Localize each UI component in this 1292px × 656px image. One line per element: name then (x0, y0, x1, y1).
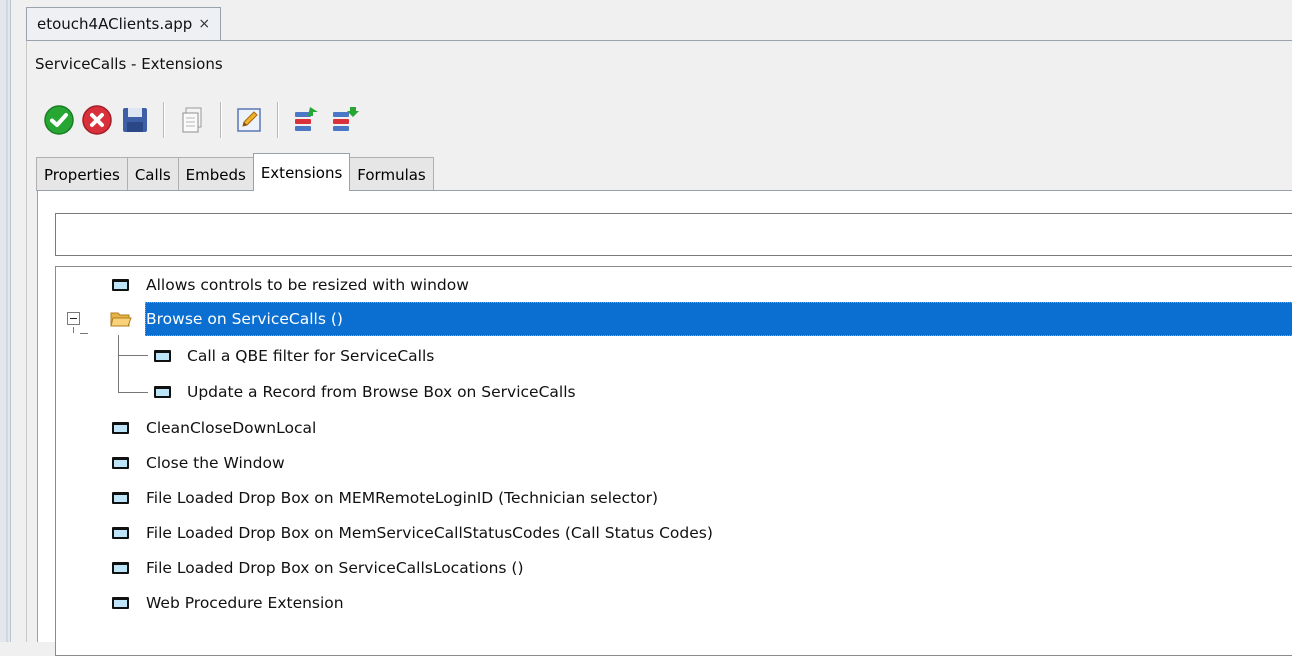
close-tab-icon[interactable]: × (198, 16, 210, 32)
extension-icon (112, 457, 129, 469)
ok-check-icon (44, 105, 74, 135)
tab-embeds[interactable]: Embeds (177, 157, 254, 191)
save-button[interactable] (116, 100, 154, 140)
extension-icon (112, 279, 129, 291)
editor-tab-title: etouch4AClients.app (37, 15, 193, 33)
tab-properties[interactable]: Properties (36, 157, 128, 191)
toolbar-separator (277, 102, 278, 138)
tree-item[interactable]: File Loaded Drop Box on MemServiceCallSt… (56, 516, 1292, 550)
editor-tab[interactable]: etouch4AClients.app × (26, 7, 222, 40)
cancel-button[interactable] (78, 100, 116, 140)
tab-formulas[interactable]: Formulas (349, 157, 434, 191)
left-gutter (0, 0, 11, 642)
move-up-list-icon (295, 107, 318, 131)
edit-button[interactable] (230, 100, 268, 140)
extension-icon (112, 597, 129, 609)
tree-item[interactable]: Web Procedure Extension (56, 586, 1292, 620)
extension-icon (154, 350, 171, 362)
tab-bar: Properties Calls Embeds Extensions Formu… (36, 153, 434, 191)
edit-pencil-icon (237, 108, 261, 132)
move-down-list-icon (333, 107, 359, 131)
tree-item[interactable]: CleanCloseDownLocal (56, 411, 1292, 445)
tree-item[interactable]: Browse on ServiceCalls () (56, 302, 1292, 336)
copy-document-icon (182, 107, 202, 133)
tree-item[interactable]: Allows controls to be resized with windo… (56, 268, 1292, 302)
extensions-tree[interactable]: Allows controls to be resized with windo… (55, 266, 1292, 656)
tab-calls[interactable]: Calls (126, 157, 179, 191)
extension-icon (112, 422, 129, 434)
tab-extensions[interactable]: Extensions (252, 153, 351, 191)
filter-input[interactable] (55, 213, 1292, 256)
open-folder-icon (110, 312, 132, 327)
cancel-x-icon (82, 105, 112, 135)
window-title: ServiceCalls - Extensions (35, 55, 223, 73)
tree-item[interactable]: Call a QBE filter for ServiceCalls (56, 339, 1292, 373)
extension-icon (112, 492, 129, 504)
toolbar-separator (220, 102, 221, 138)
copy-button[interactable] (173, 100, 211, 140)
toolbar-separator (163, 102, 164, 138)
extension-icon (112, 527, 129, 539)
extension-icon (154, 386, 171, 398)
tree-item[interactable]: Close the Window (56, 446, 1292, 480)
move-up-button[interactable] (287, 100, 325, 140)
tree-item[interactable]: File Loaded Drop Box on MEMRemoteLoginID… (56, 481, 1292, 515)
ok-button[interactable] (40, 100, 78, 140)
save-disk-icon (123, 108, 147, 132)
tree-item[interactable]: Update a Record from Browse Box on Servi… (56, 375, 1292, 409)
collapse-toggle-icon[interactable] (67, 312, 80, 325)
move-down-button[interactable] (325, 100, 363, 140)
tree-item[interactable]: File Loaded Drop Box on ServiceCallsLoca… (56, 551, 1292, 585)
extension-icon (112, 562, 129, 574)
toolbar (40, 98, 363, 142)
